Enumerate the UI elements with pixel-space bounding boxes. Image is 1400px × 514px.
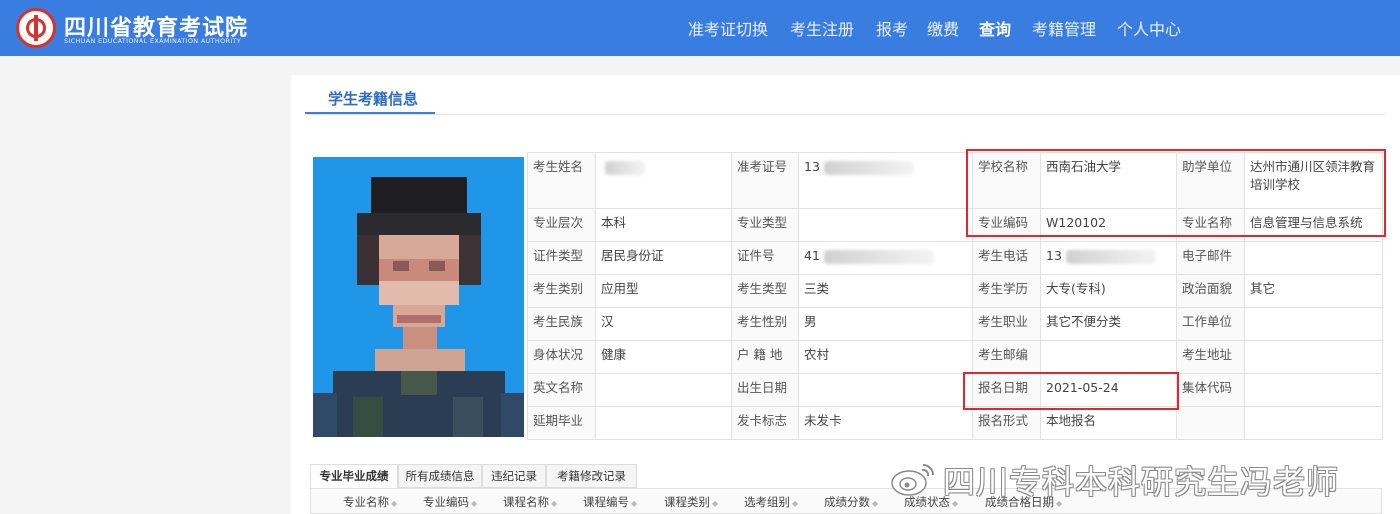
label-id-no: 证件号	[731, 241, 799, 275]
nav-record-management[interactable]: 考籍管理	[1032, 16, 1096, 40]
subtab-record-changes[interactable]: 考籍修改记录	[546, 464, 637, 488]
label-postcode: 考生邮编	[972, 340, 1041, 374]
redacted-id-no	[823, 249, 934, 264]
logo-icon	[16, 8, 56, 48]
value-birth	[798, 373, 973, 407]
value-gender: 男	[798, 307, 973, 341]
value-address	[1244, 340, 1383, 374]
nav-register[interactable]: 考生注册	[790, 16, 854, 40]
label-health: 身体状况	[527, 340, 596, 374]
label-name: 考生姓名	[527, 152, 596, 209]
label-category: 考生类别	[527, 274, 596, 308]
value-education: 大专(专科)	[1040, 274, 1177, 308]
value-english-name	[595, 373, 732, 407]
redacted-name	[605, 160, 645, 175]
label-birth: 出生日期	[731, 373, 799, 407]
sort-icon: ◆	[872, 499, 879, 508]
label-empty-1	[1176, 406, 1245, 440]
value-student-type: 三类	[798, 274, 973, 308]
sort-icon: ◆	[631, 499, 638, 508]
sort-icon: ◆	[391, 499, 398, 508]
sort-icon: ◆	[551, 499, 558, 508]
label-card: 发卡标志	[731, 406, 799, 440]
nav-payment[interactable]: 缴费	[927, 16, 959, 40]
label-major-type: 专业类型	[731, 208, 799, 242]
sort-icon: ◆	[792, 499, 799, 508]
subtab-major-grad-scores[interactable]: 专业毕业成绩	[310, 464, 398, 488]
highlight-box-reg-date	[963, 372, 1179, 410]
label-exam-no: 准考证号	[731, 152, 799, 209]
watermark-text: 四川专科本科研究生冯老师	[943, 463, 1340, 501]
value-exam-no: 13	[798, 152, 973, 209]
col-major-code[interactable]: 专业编码 ◆	[423, 494, 477, 510]
col-major-name[interactable]: 专业名称 ◆	[343, 494, 397, 510]
nav-apply[interactable]: 报考	[876, 16, 908, 40]
label-email: 电子邮件	[1176, 241, 1245, 275]
label-address: 考生地址	[1176, 340, 1245, 374]
value-id-type: 居民身份证	[595, 241, 732, 275]
brand-name-en: SICHUAN EDUCATIONAL EXAMINATION AUTHORIT…	[64, 37, 242, 45]
value-delay	[595, 406, 732, 440]
value-group-code	[1244, 373, 1383, 407]
value-hukou: 农村	[798, 340, 973, 374]
col-score[interactable]: 成绩分数 ◆	[824, 494, 878, 510]
value-category: 应用型	[595, 274, 732, 308]
value-phone: 13	[1040, 241, 1177, 275]
value-reg-form: 本地报名	[1040, 406, 1177, 440]
value-empty-1	[1244, 406, 1383, 440]
value-id-no: 41	[798, 241, 973, 275]
value-name	[595, 152, 732, 209]
label-education: 考生学历	[972, 274, 1041, 308]
label-gender: 考生性别	[731, 307, 799, 341]
value-health: 健康	[595, 340, 732, 374]
sort-icon: ◆	[712, 499, 719, 508]
value-level: 本科	[595, 208, 732, 242]
highlight-box-school-major	[966, 149, 1386, 237]
label-ethnic: 考生民族	[527, 307, 596, 341]
value-politics: 其它	[1244, 274, 1383, 308]
value-ethnic: 汉	[595, 307, 732, 341]
col-course-name[interactable]: 课程名称 ◆	[503, 494, 557, 510]
tab-student-record[interactable]: 学生考籍信息	[328, 88, 418, 109]
label-level: 专业层次	[527, 208, 596, 242]
col-course-type[interactable]: 课程类别 ◆	[664, 494, 718, 510]
subtab-all-scores[interactable]: 所有成绩信息	[398, 464, 482, 488]
label-hukou: 户 籍 地	[731, 340, 799, 374]
label-occupation: 考生职业	[972, 307, 1041, 341]
value-card: 未发卡	[798, 406, 973, 440]
redacted-exam-no	[823, 160, 914, 175]
subtab-violations[interactable]: 违纪记录	[482, 464, 546, 488]
label-delay: 延期毕业	[527, 406, 596, 440]
value-occupation: 其它不便分类	[1040, 307, 1177, 341]
label-id-type: 证件类型	[527, 241, 596, 275]
student-photo	[313, 157, 524, 437]
value-postcode	[1040, 340, 1177, 374]
sort-icon: ◆	[471, 499, 478, 508]
nav-exam-card-switch[interactable]: 准考证切换	[688, 16, 768, 40]
nav-query[interactable]: 查询	[979, 16, 1011, 40]
main-panel: 学生考籍信息 考生姓名 准考证号 13 学校名称 西南石油大学 助学单位 达州市…	[291, 75, 1400, 514]
weibo-icon	[891, 464, 934, 496]
label-workplace: 工作单位	[1176, 307, 1245, 341]
value-workplace	[1244, 307, 1383, 341]
label-group-code: 集体代码	[1176, 373, 1245, 407]
value-email	[1244, 241, 1383, 275]
label-phone: 考生电话	[972, 241, 1041, 275]
value-major-type	[798, 208, 973, 242]
redacted-phone	[1065, 249, 1156, 264]
label-politics: 政治面貌	[1176, 274, 1245, 308]
nav-personal-center[interactable]: 个人中心	[1117, 16, 1181, 40]
col-exam-group[interactable]: 选考组别 ◆	[744, 494, 798, 510]
label-student-type: 考生类型	[731, 274, 799, 308]
col-course-no[interactable]: 课程编号 ◆	[583, 494, 637, 510]
top-header: 四川省教育考试院 SICHUAN EDUCATIONAL EXAMINATION…	[0, 0, 1400, 56]
label-english-name: 英文名称	[527, 373, 596, 407]
label-reg-form: 报名形式	[972, 406, 1041, 440]
